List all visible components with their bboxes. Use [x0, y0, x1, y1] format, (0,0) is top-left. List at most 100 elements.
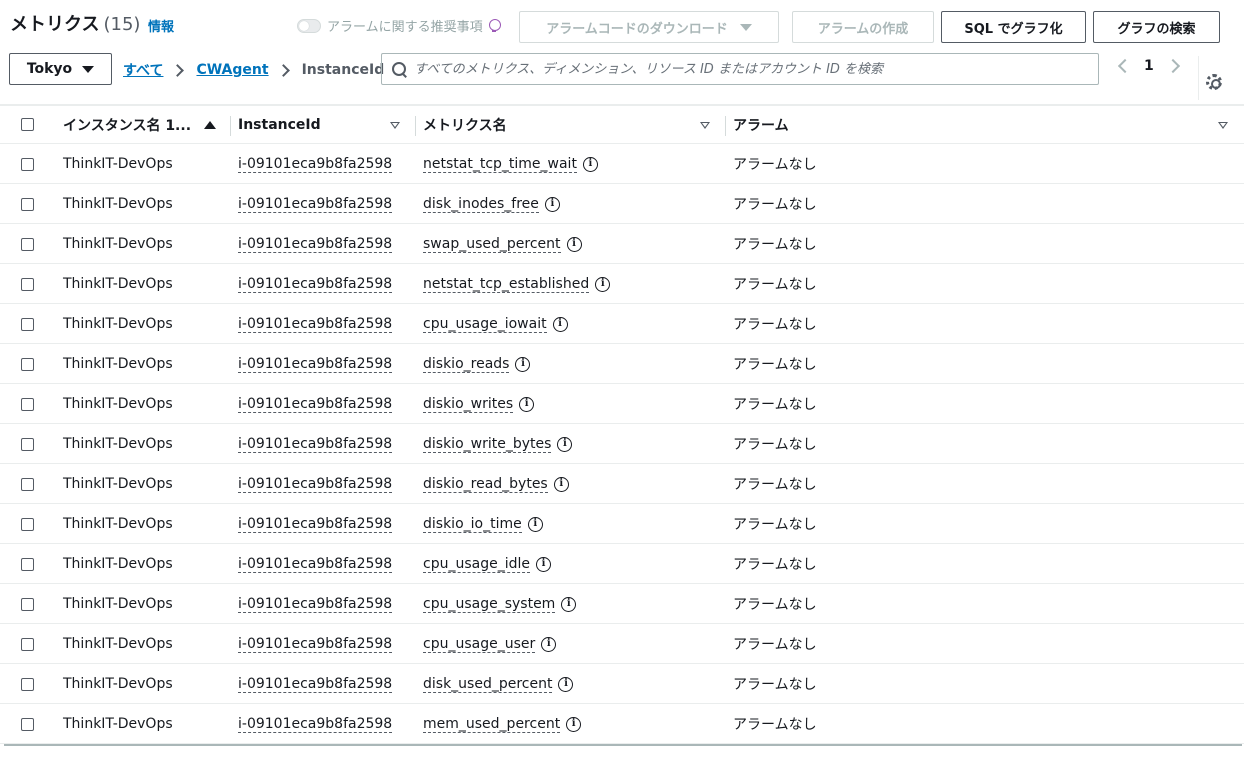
metric-name-link[interactable]: netstat_tcp_established	[423, 276, 590, 293]
page-number[interactable]: 1	[1144, 58, 1154, 74]
info-icon[interactable]: i	[566, 236, 582, 252]
instance-id-link[interactable]: i-09101eca9b8fa2598	[238, 556, 393, 573]
info-icon[interactable]: i	[527, 516, 543, 532]
info-icon[interactable]: i	[552, 316, 568, 332]
info-icon[interactable]: i	[566, 716, 582, 732]
row-checkbox[interactable]	[21, 238, 34, 251]
download-alarm-code-button[interactable]: アラームコードのダウンロード	[519, 11, 779, 43]
info-icon[interactable]: i	[519, 396, 535, 412]
instance-id-link[interactable]: i-09101eca9b8fa2598	[238, 716, 393, 733]
info-icon[interactable]: i	[558, 676, 574, 692]
info-link[interactable]: 情報	[148, 16, 174, 35]
table-row[interactable]: ThinkIT-DevOps i-09101eca9b8fa2598 disk_…	[0, 184, 1244, 224]
instance-name-cell: ThinkIT-DevOps	[63, 196, 173, 212]
table-row[interactable]: ThinkIT-DevOps i-09101eca9b8fa2598 cpu_u…	[0, 584, 1244, 624]
row-checkbox[interactable]	[21, 358, 34, 371]
row-checkbox[interactable]	[21, 438, 34, 451]
instance-id-link[interactable]: i-09101eca9b8fa2598	[238, 276, 393, 293]
metric-search-input[interactable]	[414, 61, 1094, 77]
row-checkbox[interactable]	[21, 198, 34, 211]
metric-name-link[interactable]: disk_used_percent	[423, 676, 553, 693]
table-row[interactable]: ThinkIT-DevOps i-09101eca9b8fa2598 diski…	[0, 384, 1244, 424]
chevron-left-icon[interactable]	[1117, 58, 1133, 74]
metric-name-cell: cpu_usage_iowait i	[423, 304, 568, 344]
create-alarm-button[interactable]: アラームの作成	[792, 11, 934, 43]
instance-id-link[interactable]: i-09101eca9b8fa2598	[238, 516, 393, 533]
metric-name-link[interactable]: cpu_usage_idle	[423, 556, 530, 573]
metric-name-link[interactable]: diskio_reads	[423, 356, 510, 373]
column-header-instance-name[interactable]: インスタンス名 1...	[63, 106, 223, 144]
instance-id-link[interactable]: i-09101eca9b8fa2598	[238, 636, 393, 653]
metric-name-link[interactable]: cpu_usage_user	[423, 636, 536, 653]
row-checkbox[interactable]	[21, 478, 34, 491]
breadcrumb-all[interactable]: すべて	[123, 60, 163, 80]
gear-icon[interactable]	[1206, 74, 1222, 90]
metric-name-link[interactable]: netstat_tcp_time_wait	[423, 156, 577, 173]
instance-id-link[interactable]: i-09101eca9b8fa2598	[238, 196, 393, 213]
graph-with-sql-button[interactable]: SQL でグラフ化	[941, 11, 1086, 43]
metric-name-link[interactable]: diskio_writes	[423, 396, 514, 413]
browse-graph-button[interactable]: グラフの検索	[1093, 11, 1220, 43]
table-row[interactable]: ThinkIT-DevOps i-09101eca9b8fa2598 diski…	[0, 424, 1244, 464]
instance-id-link[interactable]: i-09101eca9b8fa2598	[238, 236, 393, 253]
metric-name-link[interactable]: disk_inodes_free	[423, 196, 539, 213]
metric-name-link[interactable]: cpu_usage_system	[423, 596, 556, 613]
row-checkbox[interactable]	[21, 638, 34, 651]
table-row[interactable]: ThinkIT-DevOps i-09101eca9b8fa2598 disk_…	[0, 664, 1244, 704]
metric-name-link[interactable]: diskio_read_bytes	[423, 476, 548, 493]
row-checkbox[interactable]	[21, 318, 34, 331]
info-icon[interactable]: i	[553, 476, 569, 492]
column-header-metric-name[interactable]: メトリクス名	[423, 106, 716, 144]
alarm-recommendation-toggle[interactable]	[297, 18, 321, 33]
alarm-cell: アラームなし	[733, 637, 817, 653]
pagination: 1	[1117, 58, 1180, 74]
table-row[interactable]: ThinkIT-DevOps i-09101eca9b8fa2598 cpu_u…	[0, 544, 1244, 584]
info-icon[interactable]: i	[557, 436, 573, 452]
info-icon[interactable]: i	[595, 276, 611, 292]
column-header-label: アラーム	[733, 118, 789, 134]
info-icon[interactable]: i	[582, 156, 598, 172]
table-row[interactable]: ThinkIT-DevOps i-09101eca9b8fa2598 diski…	[0, 344, 1244, 384]
row-checkbox[interactable]	[21, 278, 34, 291]
table-row[interactable]: ThinkIT-DevOps i-09101eca9b8fa2598 swap_…	[0, 224, 1244, 264]
row-checkbox[interactable]	[21, 678, 34, 691]
instance-id-link[interactable]: i-09101eca9b8fa2598	[238, 316, 393, 333]
metric-name-link[interactable]: swap_used_percent	[423, 236, 561, 253]
info-icon[interactable]: i	[541, 636, 557, 652]
table-row[interactable]: ThinkIT-DevOps i-09101eca9b8fa2598 cpu_u…	[0, 304, 1244, 344]
row-checkbox[interactable]	[21, 398, 34, 411]
region-select[interactable]: Tokyo	[9, 53, 112, 85]
instance-id-link[interactable]: i-09101eca9b8fa2598	[238, 476, 393, 493]
column-header-instance-id[interactable]: InstanceId	[238, 106, 404, 144]
table-row[interactable]: ThinkIT-DevOps i-09101eca9b8fa2598 netst…	[0, 264, 1244, 304]
row-checkbox[interactable]	[21, 718, 34, 731]
column-header-alarm[interactable]: アラーム	[733, 106, 1233, 144]
instance-id-link[interactable]: i-09101eca9b8fa2598	[238, 396, 393, 413]
row-checkbox[interactable]	[21, 598, 34, 611]
info-icon[interactable]: i	[535, 556, 551, 572]
metric-name-link[interactable]: diskio_write_bytes	[423, 436, 552, 453]
metric-name-link[interactable]: cpu_usage_iowait	[423, 316, 547, 333]
table-row[interactable]: ThinkIT-DevOps i-09101eca9b8fa2598 mem_u…	[0, 704, 1244, 744]
chevron-right-icon[interactable]	[1165, 58, 1180, 74]
table-row[interactable]: ThinkIT-DevOps i-09101eca9b8fa2598 netst…	[0, 144, 1244, 184]
select-all-checkbox[interactable]	[21, 118, 34, 131]
info-icon[interactable]: i	[515, 356, 531, 372]
row-checkbox[interactable]	[21, 158, 34, 171]
table-row[interactable]: ThinkIT-DevOps i-09101eca9b8fa2598 diski…	[0, 464, 1244, 504]
breadcrumb-namespace[interactable]: CWAgent	[196, 62, 268, 78]
instance-id-link[interactable]: i-09101eca9b8fa2598	[238, 676, 393, 693]
info-icon[interactable]: i	[544, 196, 560, 212]
row-checkbox[interactable]	[21, 518, 34, 531]
instance-id-link[interactable]: i-09101eca9b8fa2598	[238, 596, 393, 613]
instance-id-link[interactable]: i-09101eca9b8fa2598	[238, 156, 393, 173]
row-checkbox[interactable]	[21, 558, 34, 571]
metric-name-link[interactable]: mem_used_percent	[423, 716, 561, 733]
instance-id-link[interactable]: i-09101eca9b8fa2598	[238, 436, 393, 453]
info-icon[interactable]: i	[561, 596, 577, 612]
metric-name-link[interactable]: diskio_io_time	[423, 516, 522, 533]
table-row[interactable]: ThinkIT-DevOps i-09101eca9b8fa2598 diski…	[0, 504, 1244, 544]
metric-name-cell: swap_used_percent i	[423, 224, 582, 264]
table-row[interactable]: ThinkIT-DevOps i-09101eca9b8fa2598 cpu_u…	[0, 624, 1244, 664]
instance-id-link[interactable]: i-09101eca9b8fa2598	[238, 356, 393, 373]
